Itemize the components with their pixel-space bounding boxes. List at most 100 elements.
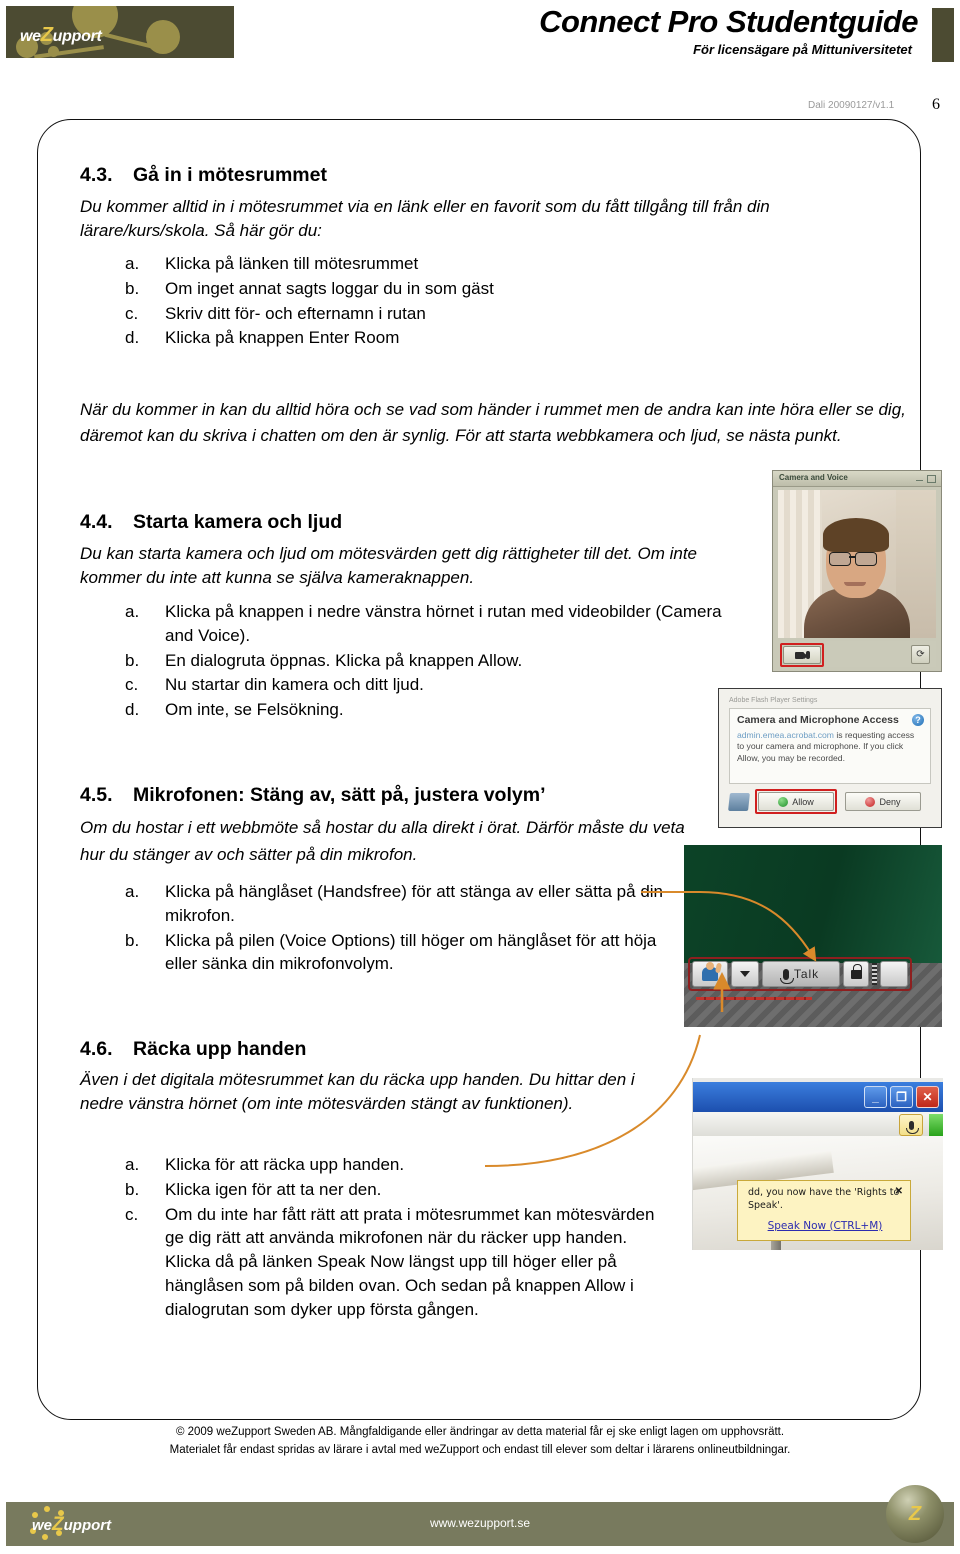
- help-icon[interactable]: ?: [912, 714, 924, 726]
- pod-minimize-icon[interactable]: [916, 475, 923, 481]
- list-marker: b.: [125, 930, 140, 950]
- microphone-icon: [779, 968, 794, 984]
- list-marker: c.: [125, 1204, 139, 1224]
- heading-4-3-number: 4.3.: [80, 164, 113, 186]
- tooltip-close-icon[interactable]: ✕: [895, 1186, 903, 1197]
- list-4-4: a. Klicka på knappen i nedre vänstra hörn…: [125, 600, 730, 723]
- webcam-person-mouth: [844, 582, 866, 586]
- allow-button[interactable]: Allow: [758, 792, 834, 811]
- figure-meeting-toolbar: Talk: [684, 845, 942, 1027]
- page-number: 6: [932, 96, 940, 113]
- list-text: Nu startar din kamera och ditt ljud.: [165, 675, 424, 695]
- list-text: Klicka på knappen Enter Room: [165, 328, 400, 348]
- list-text: Klicka för att räcka upp handen.: [165, 1155, 405, 1174]
- logo-wordmark: weZupport: [20, 24, 102, 47]
- flash-dialog-origin-link: admin.emea.acrobat.com: [737, 730, 834, 740]
- hand-options-dropdown[interactable]: [731, 961, 759, 987]
- list-item: d. Om inte, se Felsökning.: [125, 698, 730, 722]
- figure-flash-player-settings-dialog: Adobe Flash Player Settings Camera and M…: [718, 688, 942, 828]
- microphone-icon: [905, 1120, 919, 1134]
- padlock-icon: [850, 963, 862, 979]
- start-camera-and-voice-button[interactable]: [783, 646, 821, 664]
- list-text: Om inte, se Felsökning.: [165, 700, 344, 720]
- paragraph-4-3-outro: När du kommer in kan du alltid höra och …: [80, 400, 906, 445]
- heading-4-4-number: 4.4.: [80, 511, 113, 533]
- webcam-person-glasses-bridge: [849, 556, 855, 558]
- heading-4-4: 4.4. Starta kamera och ljud: [80, 511, 342, 534]
- list-4-6: a. Klicka för att räcka upp handen. b. Kli…: [125, 1153, 670, 1323]
- handsfree-lock-button[interactable]: [843, 961, 869, 987]
- allow-button-label: Allow: [792, 796, 814, 807]
- talk-button[interactable]: Talk: [762, 961, 840, 987]
- logo-decoration-bar: [34, 45, 104, 58]
- footer-url[interactable]: www.wezupport.se: [6, 1516, 954, 1530]
- block-icon: [865, 796, 876, 807]
- restore-icon[interactable]: ❐: [890, 1086, 913, 1108]
- talk-button-label: Talk: [793, 967, 820, 981]
- heading-4-5-text: Mikrofonen: Stäng av, sätt på, justera v…: [133, 784, 546, 806]
- pod-maximize-icon[interactable]: [927, 475, 936, 483]
- list-marker: b.: [125, 278, 140, 298]
- paragraph-4-5-intro: Om du hostar i ett webbmöte så hostar du…: [80, 818, 685, 864]
- webcam-person-glasses-right: [855, 552, 877, 566]
- camera-button-highlight: [780, 643, 824, 667]
- list-item: c. Om du inte har fått rätt att prata i m…: [125, 1203, 670, 1322]
- heading-4-6: 4.6. Räcka upp handen: [80, 1038, 306, 1061]
- minimize-icon[interactable]: _: [864, 1086, 887, 1108]
- list-marker: a.: [125, 602, 140, 621]
- allow-button-highlight: Allow: [755, 789, 837, 814]
- status-indicator-bar: [929, 1114, 943, 1136]
- computer-icon: [728, 792, 750, 811]
- list-item: c. Skriv ditt för- och efternamn i rutan: [125, 302, 885, 326]
- toolbar-underline-marker: [696, 997, 812, 1000]
- logo-wordmark-z: Z: [40, 24, 53, 46]
- heading-4-3: 4.3. Gå in i mötesrummet: [80, 164, 327, 187]
- check-icon: [778, 796, 789, 807]
- window-controls: _ ❐ ✕: [864, 1086, 939, 1108]
- paragraph-4-6-intro: Även i det digitala mötesrummet kan du r…: [80, 1070, 635, 1113]
- list-item: a. Klicka för att räcka upp handen.: [125, 1153, 670, 1177]
- logo-wordmark-post: upport: [52, 28, 102, 45]
- toolbar-screen-background: [684, 845, 942, 963]
- list-item: b. Klicka igen för att ta ner den.: [125, 1178, 670, 1202]
- list-marker: a.: [125, 1155, 140, 1174]
- deny-button[interactable]: Deny: [845, 792, 921, 811]
- list-item: d. Klicka på knappen Enter Room: [125, 326, 885, 350]
- wezupport-logo-banner: weZupport: [6, 6, 234, 58]
- pod-webcam-video: [778, 490, 936, 638]
- list-marker: b.: [125, 650, 140, 670]
- list-text: Skriv ditt för- och efternamn i rutan: [165, 303, 426, 323]
- voice-options-dropdown[interactable]: [880, 961, 908, 987]
- document-title: Connect Pro Studentguide: [539, 4, 918, 39]
- close-icon[interactable]: ✕: [916, 1086, 939, 1108]
- list-text: Klicka på pilen (Voice Options) till hög…: [165, 930, 657, 974]
- list-item: a. Klicka på knappen i nedre vänstra hörn…: [125, 600, 730, 648]
- flash-dialog-caption: Adobe Flash Player Settings: [729, 697, 818, 704]
- webcam-person-glasses-left: [829, 552, 851, 566]
- pod-settings-icon[interactable]: ⟳: [911, 645, 930, 664]
- raise-hand-button[interactable]: [692, 961, 728, 987]
- list-item: c. Nu startar din kamera och ditt ljud.: [125, 673, 730, 697]
- speak-now-link[interactable]: Speak Now (CTRL+M): [748, 1220, 902, 1232]
- figure-speak-now-tooltip: _ ❐ ✕ ✕ dd, you now have the 'Rights to …: [692, 1078, 943, 1250]
- toolbar-highlight-box: Talk: [688, 957, 912, 991]
- flash-dialog-body: admin.emea.acrobat.com is requesting acc…: [737, 730, 923, 764]
- list-item: b. Om inget annat sagts loggar du in som …: [125, 277, 885, 301]
- chevron-down-icon: [740, 971, 750, 977]
- page-header: weZupport Connect Pro Studentguide För l…: [0, 0, 960, 72]
- footer-badge-logo: Z: [886, 1485, 944, 1543]
- meeting-room-photo: ✕ dd, you now have the 'Rights to Speak'…: [693, 1136, 943, 1250]
- page-footer-bar: weZupport www.wezupport.se: [6, 1502, 954, 1546]
- copyright-line-2: Materialet får endast spridas av lärare …: [169, 1443, 791, 1456]
- document-version: Dali 20090127/v1.1: [808, 100, 895, 111]
- list-marker: b.: [125, 1179, 140, 1199]
- microphone-level-meter: [872, 963, 877, 985]
- list-item: b. En dialogruta öppnas. Klicka på knappe…: [125, 649, 730, 673]
- microphone-toggle-button[interactable]: [899, 1114, 923, 1136]
- raise-hand-icon: [702, 962, 718, 981]
- paragraph-4-3-intro: Du kommer alltid in i mötesrummet via en…: [80, 197, 770, 240]
- list-text: Klicka på hänglåset (Handsfree) för att …: [165, 882, 664, 925]
- list-4-5: a. Klicka på hänglåset (Handsfree) för at…: [125, 880, 665, 977]
- copyright-notice: © 2009 weZupport Sweden AB. Mångfaldigan…: [0, 1424, 960, 1460]
- document-subtitle: För licensägare på Mittuniversitetet: [693, 42, 912, 57]
